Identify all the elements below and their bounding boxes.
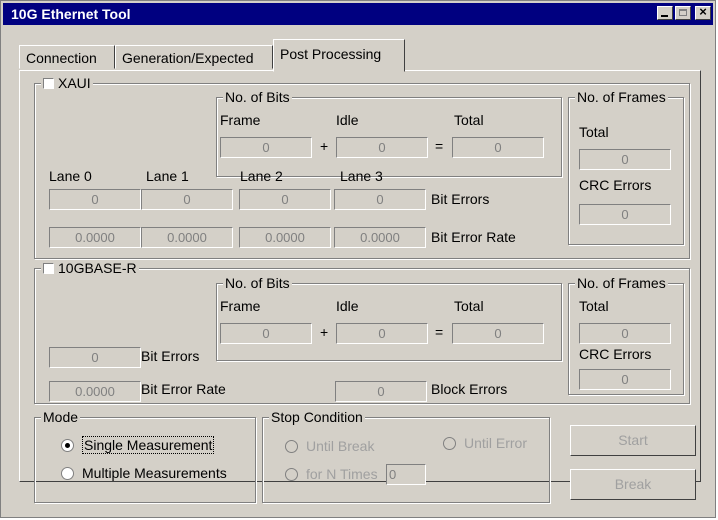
post-processing-panel: XAUI No. of Bits Frame Idle Total 0 + 0 … xyxy=(19,70,701,503)
xaui-total-bits-field[interactable]: 0 xyxy=(452,137,544,158)
xaui-bits-title: No. of Bits xyxy=(223,89,292,105)
base-r-crc-errors-field[interactable]: 0 xyxy=(579,369,671,390)
maximize-icon xyxy=(679,9,687,16)
tab-connection[interactable]: Connection xyxy=(19,45,115,69)
base-r-bit-error-rate-label: Bit Error Rate xyxy=(141,381,226,397)
app-window: 10G Ethernet Tool × Connection Generatio… xyxy=(0,0,716,518)
single-measurement-label: Single Measurement xyxy=(82,436,215,454)
base-r-group: 10GBASE-R No. of Bits Frame Idle Total 0… xyxy=(34,260,690,404)
break-button[interactable]: Break xyxy=(570,469,696,500)
base-r-total-label: Total xyxy=(454,298,484,314)
until-break-label: Until Break xyxy=(306,438,375,454)
lane-1-bit-errors-field[interactable]: 0 xyxy=(141,189,233,210)
xaui-idle-bits-field[interactable]: 0 xyxy=(336,137,428,158)
block-errors-label: Block Errors xyxy=(431,381,508,397)
xaui-frame-bits-field[interactable]: 0 xyxy=(220,137,312,158)
tab-post-processing[interactable]: Post Processing xyxy=(273,39,405,72)
until-error-radio[interactable] xyxy=(443,436,456,450)
stop-condition-title: Stop Condition xyxy=(269,409,365,425)
xaui-bit-error-rate-label: Bit Error Rate xyxy=(431,229,516,245)
base-r-crc-errors-label: CRC Errors xyxy=(579,346,652,362)
xaui-crc-errors-field[interactable]: 0 xyxy=(579,204,671,225)
base-r-frames-title: No. of Frames xyxy=(575,275,668,291)
base-r-frame-label: Frame xyxy=(220,298,261,314)
start-button[interactable]: Start xyxy=(570,425,696,456)
lane-3-ber-field[interactable]: 0.0000 xyxy=(334,227,426,248)
tab-generation-expected[interactable]: Generation/Expected xyxy=(115,45,273,69)
until-error-option[interactable]: Until Error xyxy=(443,435,527,451)
base-r-idle-bits-field[interactable]: 0 xyxy=(336,323,428,344)
xaui-frames-total-label: Total xyxy=(579,124,609,140)
multiple-measurements-label: Multiple Measurements xyxy=(82,465,227,481)
for-n-times-option[interactable]: for N Times xyxy=(285,466,378,482)
lane-3-bit-errors-field[interactable]: 0 xyxy=(334,189,426,210)
xaui-frame-label: Frame xyxy=(220,112,261,128)
lane-1-ber-field[interactable]: 0.0000 xyxy=(141,227,233,248)
xaui-crc-errors-label: CRC Errors xyxy=(579,177,652,193)
close-button[interactable]: × xyxy=(695,4,711,20)
xaui-bit-errors-label: Bit Errors xyxy=(431,191,490,207)
xaui-group: XAUI No. of Bits Frame Idle Total 0 + 0 … xyxy=(34,75,690,259)
xaui-frames-title: No. of Frames xyxy=(575,89,668,105)
until-break-radio[interactable] xyxy=(285,439,298,453)
base-r-idle-label: Idle xyxy=(336,298,359,314)
until-break-option[interactable]: Until Break xyxy=(285,438,374,454)
xaui-idle-label: Idle xyxy=(336,112,359,128)
plus-sign: + xyxy=(320,138,329,154)
window-title: 10G Ethernet Tool xyxy=(11,6,131,22)
base-r-ber-field[interactable]: 0.0000 xyxy=(49,381,141,402)
mode-group: Mode Single Measurement Multiple Measure… xyxy=(34,409,256,503)
lane-0-bit-errors-field[interactable]: 0 xyxy=(49,189,141,210)
multiple-measurements-option[interactable]: Multiple Measurements xyxy=(61,465,227,481)
multiple-measurements-radio[interactable] xyxy=(61,466,74,480)
equals-sign: = xyxy=(435,138,444,154)
base-r-frames-total-field[interactable]: 0 xyxy=(579,323,671,344)
base-r-checkbox[interactable] xyxy=(43,262,54,274)
base-r-frames-total-label: Total xyxy=(579,298,609,314)
equals-sign: = xyxy=(435,324,444,340)
plus-sign: + xyxy=(320,324,329,340)
lane-3-label: Lane 3 xyxy=(340,168,383,184)
base-r-bits-title: No. of Bits xyxy=(223,275,292,291)
lane-0-label: Lane 0 xyxy=(49,168,92,184)
base-r-bit-errors-field[interactable]: 0 xyxy=(49,347,141,368)
lane-1-label: Lane 1 xyxy=(146,168,189,184)
base-r-label: 10GBASE-R xyxy=(58,260,137,276)
base-r-frames-group: No. of Frames Total 0 CRC Errors 0 xyxy=(568,275,684,395)
minimize-icon xyxy=(661,15,668,17)
minimize-button[interactable] xyxy=(657,6,673,20)
lane-2-bit-errors-field[interactable]: 0 xyxy=(239,189,331,210)
maximize-button[interactable] xyxy=(675,6,691,20)
mode-title: Mode xyxy=(41,409,81,425)
xaui-frames-group: No. of Frames Total 0 CRC Errors 0 xyxy=(568,89,684,245)
base-r-bits-group: No. of Bits Frame Idle Total 0 + 0 = 0 xyxy=(216,275,562,361)
base-r-frame-bits-field[interactable]: 0 xyxy=(220,323,312,344)
title-bar[interactable]: 10G Ethernet Tool × xyxy=(3,3,713,25)
block-errors-field[interactable]: 0 xyxy=(335,381,427,402)
for-n-times-label: for N Times xyxy=(306,466,378,482)
lane-2-label: Lane 2 xyxy=(240,168,283,184)
base-r-checkbox-row[interactable]: 10GBASE-R xyxy=(41,260,139,276)
n-times-input[interactable]: 0 xyxy=(386,464,426,485)
close-icon: × xyxy=(699,4,707,19)
xaui-checkbox-row[interactable]: XAUI xyxy=(41,75,93,91)
xaui-total-label: Total xyxy=(454,112,484,128)
base-r-bit-errors-label: Bit Errors xyxy=(141,348,200,364)
xaui-label: XAUI xyxy=(58,75,91,91)
single-measurement-radio[interactable] xyxy=(61,438,74,452)
lane-2-ber-field[interactable]: 0.0000 xyxy=(239,227,331,248)
xaui-checkbox[interactable] xyxy=(43,77,54,89)
single-measurement-option[interactable]: Single Measurement xyxy=(61,436,215,454)
until-error-label: Until Error xyxy=(464,435,528,451)
xaui-frames-total-field[interactable]: 0 xyxy=(579,149,671,170)
xaui-bits-group: No. of Bits Frame Idle Total 0 + 0 = 0 xyxy=(216,89,562,177)
base-r-total-bits-field[interactable]: 0 xyxy=(452,323,544,344)
stop-condition-group: Stop Condition Until Break Until Error f… xyxy=(262,409,550,503)
for-n-times-radio[interactable] xyxy=(285,467,298,481)
lane-0-ber-field[interactable]: 0.0000 xyxy=(49,227,141,248)
